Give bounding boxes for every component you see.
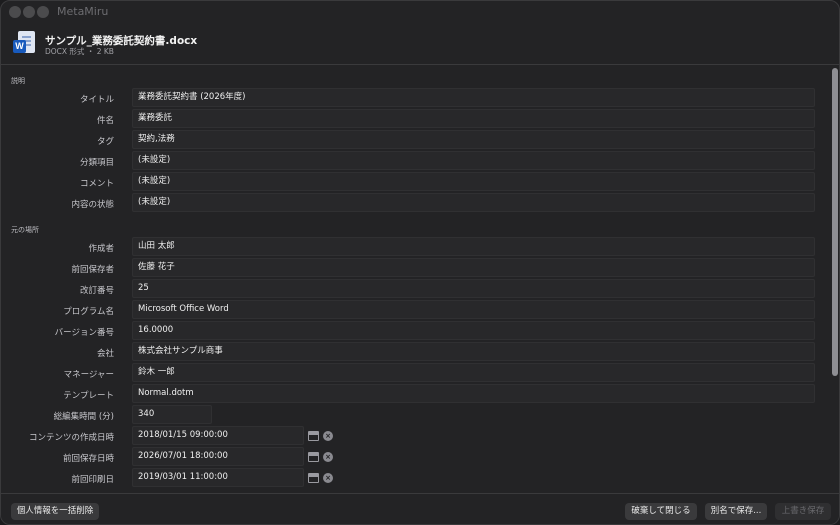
field-label-tags: タグ (96, 137, 114, 147)
vertical-scrollbar[interactable] (829, 65, 839, 493)
field-label-app-version: バージョン番号 (54, 328, 114, 338)
calendar-icon[interactable] (308, 431, 319, 441)
field-subject[interactable]: 業務委託 (132, 109, 815, 128)
close-window-button[interactable] (9, 6, 21, 18)
field-label-template: テンプレート (63, 391, 114, 401)
discard-and-close-button[interactable]: 破棄して閉じる (625, 503, 697, 520)
field-label-comment: コメント (79, 179, 114, 189)
field-label-subject: 件名 (96, 116, 114, 126)
field-label-manager: マネージャー (63, 370, 114, 380)
field-last-saved[interactable]: 2026/07/01 18:00:00 (132, 447, 304, 466)
field-company[interactable]: 株式会社サンプル商事 (132, 342, 815, 361)
remove-personal-info-button[interactable]: 個人情報を一括削除 (11, 503, 99, 520)
field-label-application: プログラム名 (63, 307, 114, 317)
field-label-content-status: 内容の状態 (71, 200, 114, 210)
field-last-saved-by[interactable]: 佐藤 花子 (132, 258, 815, 277)
field-last-printed[interactable]: 2019/03/01 11:00:00 (132, 468, 304, 487)
calendar-icon[interactable] (308, 452, 319, 462)
file-meta: DOCX 形式 ・ 2 KB (45, 47, 114, 56)
field-created[interactable]: 2018/01/15 09:00:00 (132, 426, 304, 445)
overwrite-save-button[interactable]: 上書き保存 (775, 503, 831, 520)
scrollbar-thumb[interactable] (832, 68, 838, 376)
field-label-author: 作成者 (88, 244, 114, 254)
field-label-company: 会社 (96, 349, 114, 359)
field-revision[interactable]: 25 (132, 279, 815, 298)
field-application[interactable]: Microsoft Office Word (132, 300, 815, 319)
app-window: MetaMiru W サンプル_業務委託契約書.docx DOCX 形式 ・ 2… (0, 0, 840, 525)
field-total-edit-time[interactable]: 340 (132, 405, 212, 424)
app-title: MetaMiru (57, 5, 109, 18)
field-content-status[interactable]: (未設定) (132, 193, 815, 212)
footer-toolbar: 個人情報を一括削除 破棄して閉じる 別名で保存... 上書き保存 (1, 493, 839, 524)
save-as-button[interactable]: 別名で保存... (705, 503, 767, 520)
field-label-created: コンテンツの作成日時 (28, 433, 114, 443)
clear-icon[interactable]: × (323, 431, 333, 441)
field-category[interactable]: (未設定) (132, 151, 815, 170)
field-author[interactable]: 山田 太郎 (132, 237, 815, 256)
field-label-last-printed: 前回印刷日 (71, 475, 114, 485)
field-label-revision: 改訂番号 (79, 286, 114, 296)
calendar-icon[interactable] (308, 473, 319, 483)
field-label-title: タイトル (79, 95, 114, 105)
minimize-window-button[interactable] (23, 6, 35, 18)
field-tags[interactable]: 契約,法務 (132, 130, 815, 149)
field-title[interactable]: 業務委託契約書 (2026年度) (132, 88, 815, 107)
metadata-form: 説明 タイトル 業務委託契約書 (2026年度) 件名 業務委託 タグ 契約,法… (1, 65, 829, 493)
field-label-total-edit-time: 総編集時間 (分) (53, 412, 114, 422)
section-description-label: 説明 (11, 77, 25, 85)
field-label-last-saved: 前回保存日時 (62, 454, 114, 464)
field-label-category: 分類項目 (79, 158, 114, 168)
clear-icon[interactable]: × (323, 473, 333, 483)
zoom-window-button[interactable] (37, 6, 49, 18)
file-header: W サンプル_業務委託契約書.docx DOCX 形式 ・ 2 KB (1, 23, 839, 65)
section-origin-label: 元の場所 (11, 226, 39, 234)
field-template[interactable]: Normal.dotm (132, 384, 815, 403)
title-bar: MetaMiru (1, 1, 839, 23)
field-comment[interactable]: (未設定) (132, 172, 815, 191)
field-manager[interactable]: 鈴木 一郎 (132, 363, 815, 382)
word-document-icon: W (13, 31, 35, 57)
field-label-last-saved-by: 前回保存者 (71, 265, 114, 275)
field-app-version[interactable]: 16.0000 (132, 321, 815, 340)
clear-icon[interactable]: × (323, 452, 333, 462)
